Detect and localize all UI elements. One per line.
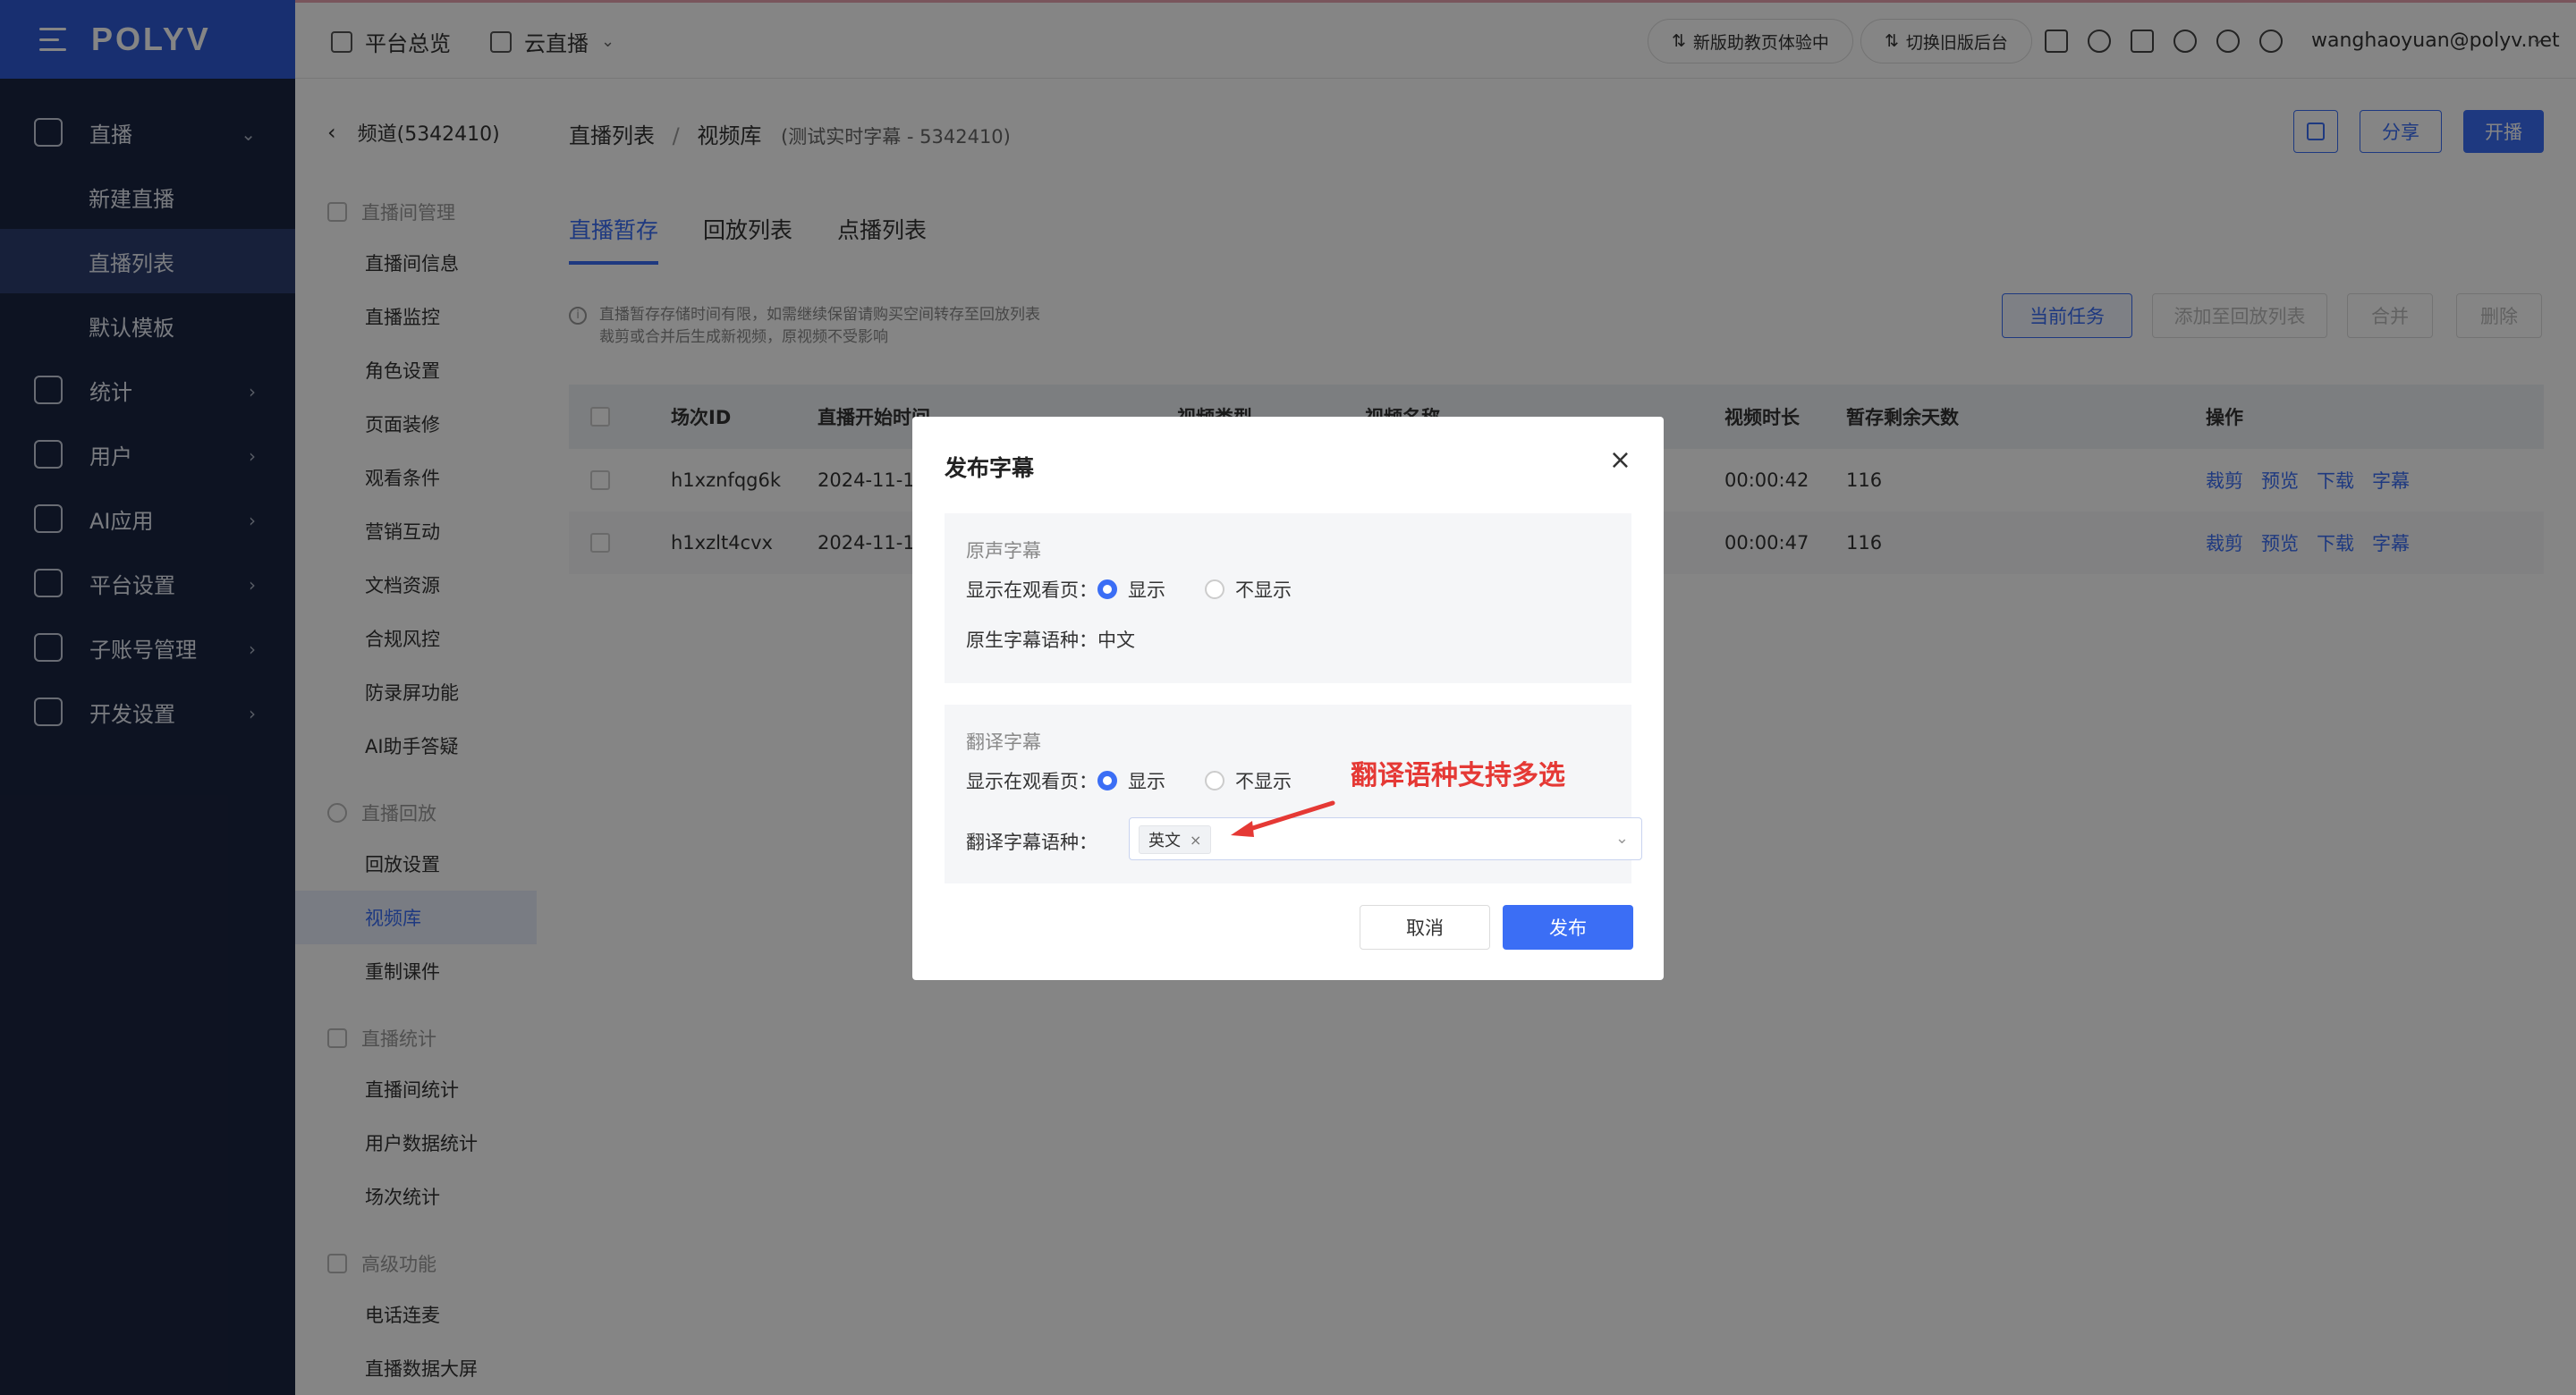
trans-show-radio[interactable]: [1097, 771, 1117, 790]
tag-label: 英文: [1148, 832, 1181, 850]
field-label: 显示在观看页：: [966, 579, 1097, 601]
dialog-title: 发布字幕: [945, 455, 1035, 481]
translation-language-select[interactable]: 英文 × ⌄: [1129, 817, 1642, 860]
orig-show-radio[interactable]: [1097, 579, 1117, 599]
remove-tag-icon[interactable]: ×: [1190, 832, 1201, 849]
orig-language-row: 原生字幕语种： 中文: [966, 626, 1135, 653]
language-tag: 英文 ×: [1139, 825, 1212, 854]
field-label: 原生字幕语种：: [966, 630, 1097, 651]
publish-button[interactable]: 发布: [1503, 905, 1633, 950]
trans-language-label: 翻译字幕语种：: [966, 832, 1097, 853]
field-label: 显示在观看页：: [966, 771, 1097, 792]
chevron-down-icon: ⌄: [1614, 829, 1629, 848]
cancel-button[interactable]: 取消: [1360, 905, 1490, 950]
publish-subtitle-dialog: 发布字幕 × 原声字幕 显示在观看页： 显示 不显示 原生字幕语种： 中文 翻译…: [912, 417, 1664, 980]
original-subtitle-section: 原声字幕 显示在观看页： 显示 不显示 原生字幕语种： 中文: [945, 513, 1631, 683]
radio-label: 显示: [1128, 579, 1165, 601]
orig-language-value: 中文: [1097, 630, 1135, 651]
radio-label: 不显示: [1235, 771, 1292, 792]
translated-subtitle-section: 翻译字幕 显示在观看页： 显示 不显示 翻译字幕语种： 英文 × ⌄: [945, 705, 1642, 884]
radio-label: 不显示: [1235, 579, 1292, 601]
close-icon[interactable]: ×: [1609, 447, 1631, 474]
trans-display-row: 显示在观看页： 显示 不显示: [966, 767, 1292, 794]
orig-hide-radio[interactable]: [1205, 579, 1224, 599]
annotation-text: 翻译语种支持多选: [1351, 760, 1565, 791]
section-title: 原声字幕: [966, 540, 1041, 562]
section-title: 翻译字幕: [966, 731, 1041, 753]
annotation-arrow-icon: [1231, 800, 1335, 837]
orig-display-row: 显示在观看页： 显示 不显示: [966, 576, 1292, 603]
trans-hide-radio[interactable]: [1205, 771, 1224, 790]
radio-label: 显示: [1128, 771, 1165, 792]
